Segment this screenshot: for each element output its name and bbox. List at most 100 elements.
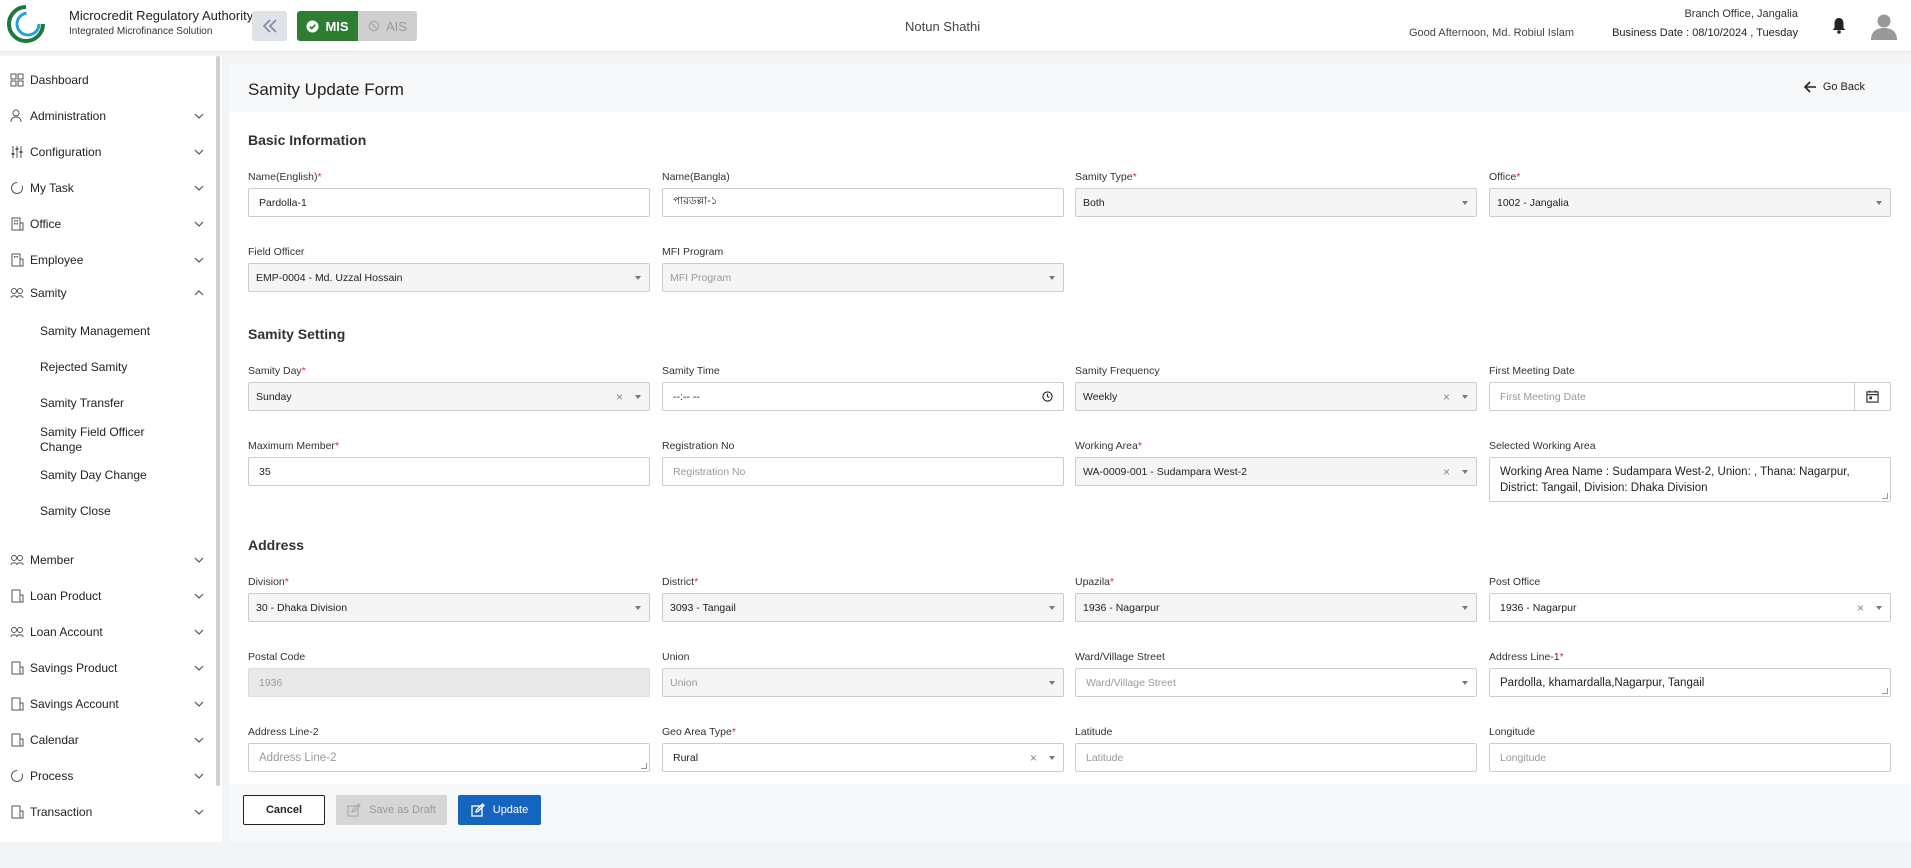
samity-type-select[interactable]: Both [1075,188,1477,217]
clock-icon[interactable] [1042,391,1053,402]
longitude-placeholder: Longitude [1500,751,1547,764]
registration-no-input[interactable]: Registration No [662,457,1064,486]
user-avatar-icon[interactable] [1870,12,1898,40]
ward-village-street-select[interactable]: Ward/Village Street [1075,668,1477,697]
sidebar-subitem-samity-management[interactable]: Samity Management [40,324,160,339]
sidebar-item-samity[interactable]: Samity [0,279,210,307]
working-area-select[interactable]: WA-0009-001 - Sudampara West-2 × [1075,457,1477,486]
collapse-sidebar-button[interactable] [252,11,287,41]
calendar-button[interactable] [1854,383,1890,410]
user-greeting: Good Afternoon, Md. Robiul Islam [1409,27,1575,39]
clear-icon[interactable]: × [1443,390,1450,404]
office-select[interactable]: 1002 - Jangalia [1489,188,1891,217]
sidebar-item-employee[interactable]: Employee [0,246,210,274]
ban-icon [368,20,380,32]
bell-icon[interactable] [1831,17,1847,34]
sidebar-subitem-samity-field-officer-change[interactable]: Samity Field Officer Change [40,425,160,455]
clear-icon[interactable]: × [616,390,623,404]
sidebar-item-transaction[interactable]: Transaction [0,798,210,826]
sidebar-item-savings-product[interactable]: Savings Product [0,654,210,682]
go-back-button[interactable]: Go Back [1803,81,1865,93]
sidebar-subitem-samity-close[interactable]: Samity Close [40,504,160,519]
sliders-icon [11,146,23,158]
address-line-1-label: Address Line-1* [1489,651,1564,663]
latitude-input[interactable]: Latitude [1075,743,1477,772]
post-office-value: 1936 - Nagarpur [1500,601,1577,614]
samity-day-value: Sunday [256,390,292,403]
upazila-label: Upazila* [1075,576,1115,588]
address-line-1-textarea[interactable]: Pardolla, khamardalla,Nagarpur, Tangail [1489,668,1891,697]
selected-working-area-textarea[interactable]: Working Area Name : Sudampara West-2, Un… [1489,457,1891,502]
maximum-member-value: 35 [259,465,271,478]
sidebar-item-my-task[interactable]: My Task [0,174,210,202]
building-icon [11,661,24,675]
post-office-select[interactable]: 1936 - Nagarpur × [1489,593,1891,622]
sidebar-item-office[interactable]: Office [0,210,210,238]
clear-icon[interactable]: × [1030,751,1037,765]
clear-icon[interactable]: × [1857,601,1864,615]
name-bangla-value: পারডল্লা-১ [673,195,718,207]
sidebar-item-administration[interactable]: Administration [0,102,210,130]
caret-down-icon [635,606,641,610]
business-date: Business Date : 08/10/2024 , Tuesday [1612,27,1798,39]
sidebar-item-process[interactable]: Process [0,762,210,790]
chevron-down-icon [194,113,204,119]
working-area-label: Working Area* [1075,440,1142,452]
name-bangla-input[interactable]: পারডল্লা-১ [662,188,1064,217]
clear-icon[interactable]: × [1443,465,1450,479]
resize-handle-icon[interactable] [1882,493,1888,499]
sidebar-item-configuration[interactable]: Configuration [0,138,210,166]
sidebar-scrollbar[interactable] [216,56,220,786]
first-meeting-date-input[interactable]: First Meeting Date [1489,382,1891,411]
registration-no-placeholder: Registration No [673,465,746,478]
sidebar-subitem-samity-day-change[interactable]: Samity Day Change [40,468,160,483]
save-as-draft-button[interactable]: Save as Draft [336,795,447,825]
sidebar-item-dashboard[interactable]: Dashboard [0,66,210,94]
sidebar-item-label: My Task [30,181,74,195]
sidebar-item-calendar[interactable]: Calendar [0,726,210,754]
sidebar-item-loan-product[interactable]: Loan Product [0,582,210,610]
organization-name: Notun Shathi [905,19,981,34]
sidebar-item-loan-account[interactable]: Loan Account [0,618,210,646]
mis-toggle-button[interactable]: MIS [297,11,358,41]
resize-handle-icon[interactable] [641,763,647,769]
resize-handle-icon[interactable] [1882,688,1888,694]
latitude-placeholder: Latitude [1086,751,1124,764]
mra-logo-icon [7,5,45,43]
longitude-input[interactable]: Longitude [1489,743,1891,772]
samity-time-input[interactable]: --:-- -- [662,382,1064,411]
selected-working-area-value: Working Area Name : Sudampara West-2, Un… [1500,466,1850,494]
geo-area-type-select[interactable]: Rural × [662,743,1064,772]
name-english-value: Pardolla-1 [259,196,307,209]
samity-frequency-select[interactable]: Weekly × [1075,382,1477,411]
update-button[interactable]: Update [458,795,541,825]
branch-office: Branch Office, Jangalia [1684,8,1798,20]
union-select[interactable]: Union [662,668,1064,697]
office-label: Office* [1489,171,1521,183]
group-icon [10,288,24,299]
field-officer-select[interactable]: EMP-0004 - Md. Uzzal Hossain [248,263,650,292]
building-icon [11,217,24,231]
cancel-button[interactable]: Cancel [243,795,325,825]
sidebar-item-label: Samity [30,286,67,300]
name-english-input[interactable]: Pardolla-1 [248,188,650,217]
upazila-select[interactable]: 1936 - Nagarpur [1075,593,1477,622]
sidebar-item-label: Transaction [30,805,93,819]
ais-toggle-button[interactable]: AIS [358,11,417,41]
sidebar-item-member[interactable]: Member [0,546,210,574]
division-label: Division* [248,576,289,588]
district-select[interactable]: 3093 - Tangail [662,593,1064,622]
mfi-program-placeholder: MFI Program [670,271,732,284]
address-line-2-textarea[interactable]: Address Line-2 [248,743,650,772]
ward-village-street-label: Ward/Village Street [1075,651,1165,663]
division-select[interactable]: 30 - Dhaka Division [248,593,650,622]
union-placeholder: Union [670,676,698,689]
sidebar-subitem-rejected-samity[interactable]: Rejected Samity [40,360,160,375]
sidebar-item-label: Calendar [30,733,79,747]
mfi-program-select[interactable]: MFI Program [662,263,1064,292]
ward-village-street-placeholder: Ward/Village Street [1086,676,1176,689]
samity-day-select[interactable]: Sunday × [248,382,650,411]
maximum-member-input[interactable]: 35 [248,457,650,486]
sidebar-subitem-samity-transfer[interactable]: Samity Transfer [40,396,160,411]
sidebar-item-savings-account[interactable]: Savings Account [0,690,210,718]
